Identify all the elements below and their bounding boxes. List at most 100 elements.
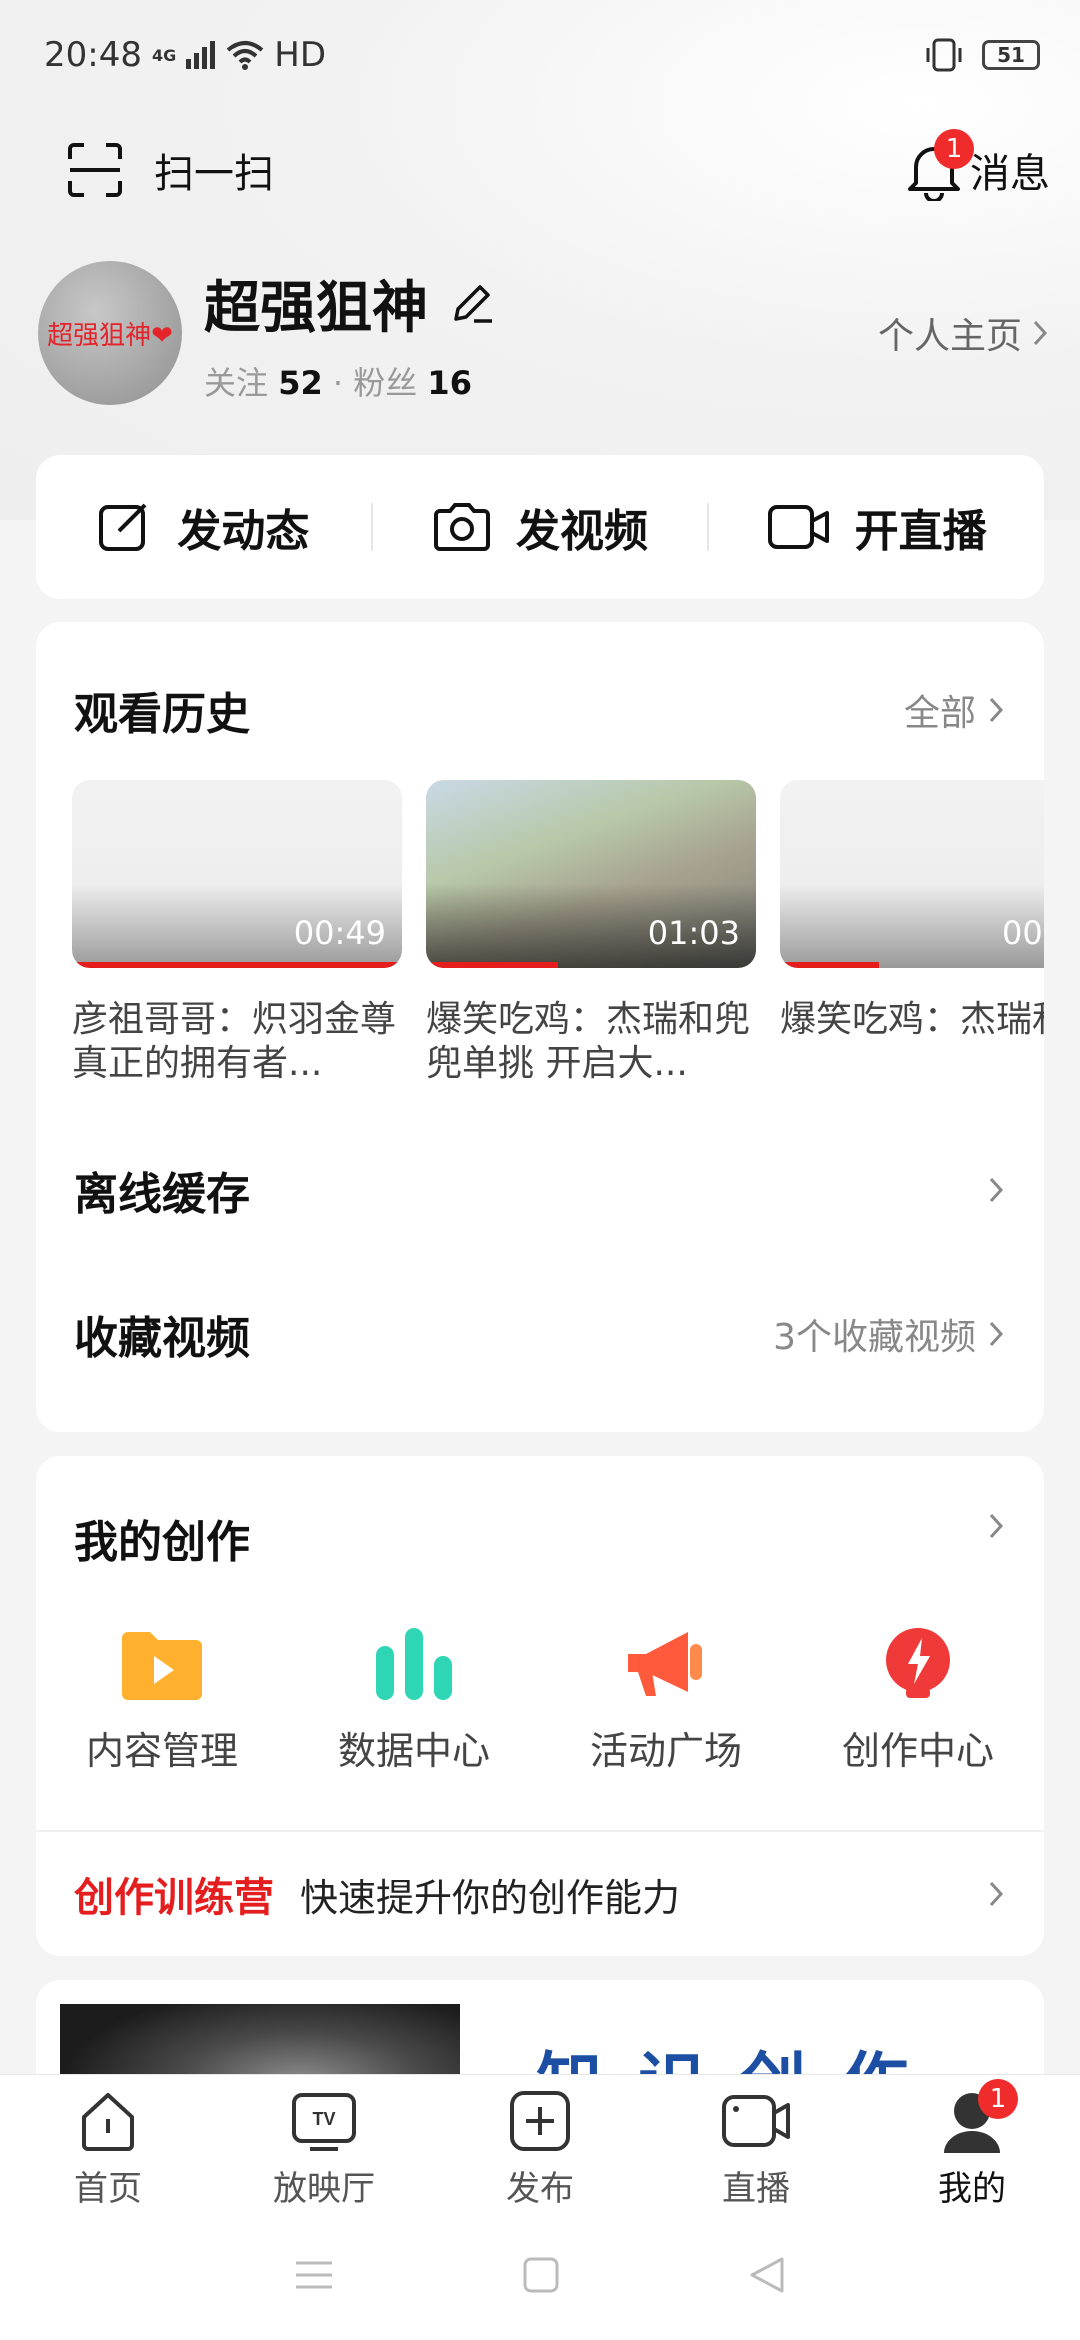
homepage-label: 个人主页 — [877, 316, 1022, 357]
chevron-right-icon — [989, 1321, 1004, 1347]
content-management-button[interactable]: 内容管理 — [36, 1626, 288, 1775]
history-item[interactable]: 00:49 彦祖哥哥：炽羽金尊真正的拥有者... — [72, 780, 402, 1086]
watch-progress — [426, 962, 558, 968]
creator-camp-row[interactable]: 创作训练营 快速提升你的创作能力 — [74, 1832, 1004, 1956]
wifi-icon — [226, 41, 264, 70]
megaphone-icon — [628, 1632, 702, 1696]
creator-center-label: 创作中心 — [841, 1729, 994, 1773]
activity-square-label: 活动广场 — [589, 1729, 742, 1773]
video-title: 爆笑吃鸡：杰瑞和兜兜一起玩抓鸭 — [780, 999, 1044, 1040]
nav-me-badge: 1 — [978, 2079, 1018, 2119]
history-item[interactable]: 00: 爆笑吃鸡：杰瑞和兜兜一起玩抓鸭 — [780, 780, 1044, 1042]
creation-title: 我的创作 — [74, 1517, 250, 1568]
history-all-label: 全部 — [903, 693, 976, 734]
creator-camp-label: 创作训练营 — [74, 1875, 274, 1921]
nav-home[interactable]: 首页 — [0, 2075, 216, 2210]
back-triangle-icon[interactable] — [748, 2255, 786, 2295]
nav-live[interactable]: 直播 — [648, 2075, 864, 2210]
go-live-button[interactable]: 开直播 — [709, 495, 1044, 559]
profile-name: 超强狙神 — [204, 275, 428, 341]
camera-icon — [434, 503, 490, 551]
nav-publish[interactable]: 发布 — [432, 2075, 648, 2210]
nav-live-label: 直播 — [722, 2169, 790, 2209]
chevron-right-icon — [1033, 320, 1048, 346]
menu-icon[interactable] — [294, 2260, 334, 2290]
creation-more-link[interactable] — [988, 1512, 1004, 1540]
profile-section: 超强狙神❤ 超强狙神 关注 52 · 粉丝 16 个人主页 — [38, 258, 1048, 408]
video-duration: 01:03 — [647, 914, 740, 952]
chevron-right-icon — [989, 697, 1004, 723]
profile-stats: 关注 52 · 粉丝 16 — [204, 363, 472, 402]
nav-me-label: 我的 — [938, 2169, 1006, 2209]
hd-label: HD — [274, 35, 326, 75]
my-creation-card: 我的创作 内容管理 数据中心 活动广场 创作中心 创作训练营 快速提升你的创作能… — [36, 1456, 1044, 1956]
battery-level: 51 — [997, 43, 1025, 67]
video-thumbnail: 01:03 — [426, 780, 756, 968]
top-header: 扫一扫 1 消息 — [0, 110, 1080, 230]
battery-icon: 51 — [982, 40, 1040, 70]
plus-square-icon — [510, 2091, 570, 2151]
messages-button[interactable]: 1 消息 — [904, 129, 1050, 201]
system-nav-bar — [0, 2210, 1080, 2340]
folder-play-icon — [122, 1632, 202, 1700]
video-title: 爆笑吃鸡：杰瑞和兜兜单挑 开启大... — [426, 999, 751, 1084]
scan-icon — [68, 143, 122, 197]
content-management-label: 内容管理 — [85, 1729, 238, 1773]
edit-name-icon[interactable] — [448, 279, 496, 327]
nav-cinema[interactable]: TV 放映厅 — [216, 2075, 432, 2210]
offline-cache-row[interactable]: 离线缓存 — [36, 1118, 1044, 1262]
history-all-link[interactable]: 全部 — [904, 684, 1004, 736]
watch-progress — [780, 962, 879, 968]
svg-text:TV: TV — [312, 2109, 335, 2129]
bar-chart-icon — [376, 1628, 452, 1700]
avatar[interactable]: 超强狙神❤ — [38, 261, 182, 405]
lightning-bulb-icon — [886, 1628, 950, 1698]
post-moment-label: 发动态 — [177, 506, 310, 557]
followers-count[interactable]: 16 — [427, 364, 472, 402]
data-center-label: 数据中心 — [337, 1729, 490, 1773]
history-list: 00:49 彦祖哥哥：炽羽金尊真正的拥有者... 01:03 爆笑吃鸡：杰瑞和兜… — [72, 780, 1044, 1090]
video-thumbnail: 00: — [780, 780, 1044, 968]
messages-label: 消息 — [970, 151, 1050, 197]
messages-badge: 1 — [934, 129, 974, 169]
watch-progress — [72, 962, 402, 968]
favorites-title: 收藏视频 — [74, 1313, 250, 1364]
go-live-label: 开直播 — [854, 506, 987, 557]
video-duration: 00:49 — [293, 914, 386, 952]
quick-actions: 发动态 发视频 开直播 — [36, 455, 1044, 599]
video-title: 彦祖哥哥：炽羽金尊真正的拥有者... — [72, 999, 397, 1084]
bottom-nav: 首页 TV 放映厅 发布 直播 1 我的 — [0, 2074, 1080, 2210]
status-bar: 20:48 4G HD 51 — [0, 0, 1080, 110]
activity-square-button[interactable]: 活动广场 — [540, 1626, 792, 1775]
offline-cache-title: 离线缓存 — [74, 1169, 250, 1220]
home-square-icon[interactable] — [522, 2256, 560, 2294]
followers-label[interactable]: 粉丝 — [353, 364, 417, 402]
nav-publish-label: 发布 — [506, 2169, 574, 2209]
creator-center-button[interactable]: 创作中心 — [792, 1626, 1044, 1775]
video-duration: 00: — [1002, 914, 1044, 952]
scan-button[interactable]: 扫一扫 — [66, 141, 274, 199]
tv-icon: TV — [292, 2093, 356, 2151]
nav-cinema-label: 放映厅 — [273, 2169, 375, 2209]
favorites-row[interactable]: 收藏视频 3个收藏视频 — [36, 1262, 1044, 1406]
avatar-text: 超强狙神❤ — [47, 320, 173, 351]
data-center-button[interactable]: 数据中心 — [288, 1626, 540, 1775]
homepage-link[interactable]: 个人主页 — [878, 307, 1048, 359]
history-title: 观看历史 — [74, 689, 250, 740]
signal-icon — [186, 41, 216, 69]
creator-camp-desc: 快速提升你的创作能力 — [300, 1875, 681, 1920]
chevron-right-icon — [989, 1513, 1004, 1539]
post-video-button[interactable]: 发视频 — [373, 495, 708, 559]
home-icon — [82, 2093, 134, 2151]
following-count[interactable]: 52 — [278, 364, 323, 402]
video-thumbnail: 00:49 — [72, 780, 402, 968]
chevron-right-icon — [989, 1177, 1004, 1203]
live-camera-icon — [722, 2095, 790, 2147]
history-item[interactable]: 01:03 爆笑吃鸡：杰瑞和兜兜单挑 开启大... — [426, 780, 756, 1086]
following-label[interactable]: 关注 — [204, 364, 268, 402]
post-video-label: 发视频 — [516, 506, 648, 557]
video-camera-icon — [767, 505, 829, 549]
vibrate-icon — [926, 38, 962, 72]
post-moment-button[interactable]: 发动态 — [36, 495, 371, 559]
nav-me[interactable]: 1 我的 — [864, 2075, 1080, 2210]
